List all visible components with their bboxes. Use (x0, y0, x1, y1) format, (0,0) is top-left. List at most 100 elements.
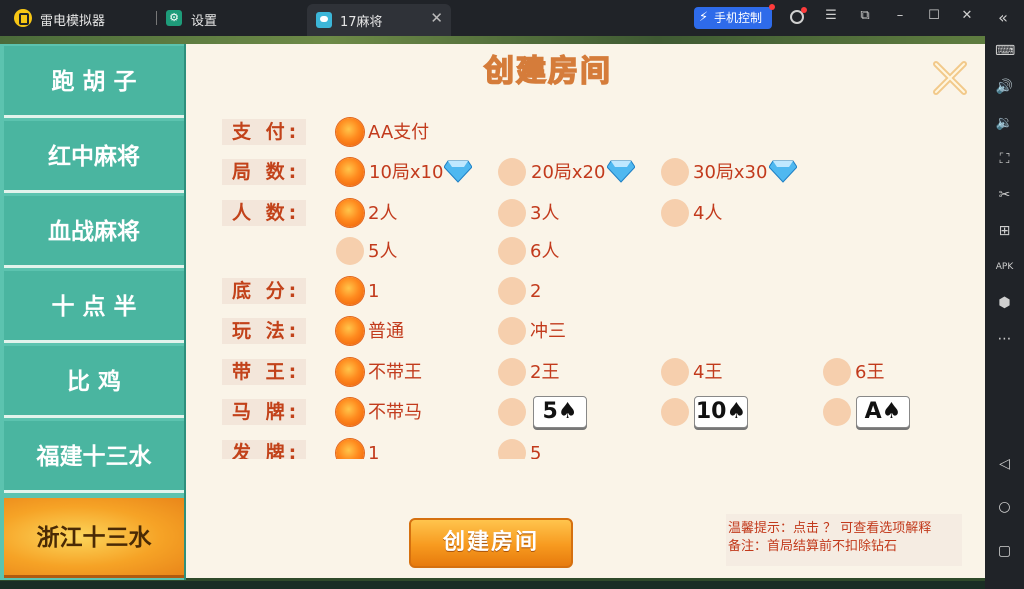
menu-item-fujian-13[interactable]: 福建十三水 (4, 421, 184, 493)
option-label: 不带马 (368, 402, 422, 423)
radio-deal-5[interactable] (498, 439, 526, 459)
tab-divider (156, 11, 157, 25)
radio-players-5[interactable] (336, 237, 364, 265)
jokers-label: 带 王: (222, 359, 306, 385)
option-label: 20局x20 (531, 162, 606, 183)
radio-mode-normal[interactable] (336, 317, 364, 345)
scissors-icon[interactable]: ✂ (995, 186, 1014, 205)
back-icon[interactable]: ◁ (995, 455, 1014, 474)
menu-item-biji[interactable]: 比 鸡 (4, 346, 184, 418)
emulator-toolbar: ⌨ 🔊 🔉 ⛶ ✂ ⊞ APK ⬢ ⋯ ◁ ○ ▢ (985, 36, 1024, 589)
radio-rounds-30[interactable] (661, 158, 689, 186)
radio-jokers-6[interactable] (823, 358, 851, 386)
players-label: 人 数: (222, 200, 306, 226)
note-text: 备注：首局结算前不扣除钻石 (728, 539, 898, 554)
radio-rounds-10[interactable] (336, 158, 364, 186)
option-label: 2人 (368, 203, 398, 224)
option-label: AA支付 (368, 122, 430, 143)
option-label: 1 (368, 443, 380, 459)
diamond-icon (444, 160, 472, 183)
gear-icon[interactable]: ⚙ (166, 10, 182, 26)
radio-mode-chongsan[interactable] (498, 317, 526, 345)
menu-icon[interactable]: ☰ (822, 8, 840, 23)
keyboard-icon[interactable]: ⌨ (995, 42, 1015, 61)
notification-dot (801, 7, 807, 13)
panel-title: 创建房间 (483, 53, 612, 90)
game-type-menu: 跑 胡 子 红中麻将 血战麻将 十 点 半 比 鸡 福建十三水 浙江十三水 (0, 44, 186, 580)
base-score-label: 底 分: (222, 278, 306, 304)
radio-horse-5[interactable] (498, 398, 526, 426)
minimize-icon[interactable]: – (891, 8, 909, 23)
menu-item-shidianban[interactable]: 十 点 半 (4, 271, 184, 343)
option-label: 2王 (530, 362, 560, 383)
close-tab-icon[interactable]: ✕ (430, 9, 443, 27)
option-label: 普通 (368, 321, 404, 342)
menu-item-zhejiang-13[interactable]: 浙江十三水 (4, 498, 184, 578)
close-icon[interactable] (930, 58, 970, 98)
radio-jokers-4[interactable] (661, 358, 689, 386)
radio-horse-10[interactable] (661, 398, 689, 426)
radio-aa-pay[interactable] (336, 118, 364, 146)
settings-hex-icon[interactable]: ⬢ (995, 294, 1014, 313)
radio-players-4[interactable] (661, 199, 689, 227)
option-label: 3人 (530, 203, 560, 224)
play-mode-label: 玩 法: (222, 318, 306, 344)
option-label: 4王 (693, 362, 723, 383)
fullscreen-icon[interactable]: ⛶ (995, 150, 1014, 169)
option-label: 5人 (368, 241, 398, 262)
radio-players-6[interactable] (498, 237, 526, 265)
radio-score-1[interactable] (336, 277, 364, 305)
option-label: 冲三 (530, 321, 566, 342)
volume-up-icon[interactable]: 🔊 (995, 78, 1014, 97)
option-label: 6王 (855, 362, 885, 383)
add-window-icon[interactable]: ⊞ (995, 222, 1014, 241)
game-app-icon (316, 12, 332, 28)
apk-install-icon[interactable]: APK (995, 258, 1014, 277)
radio-deal-1[interactable] (336, 439, 364, 459)
restore-icon[interactable]: ⧉ (856, 8, 874, 23)
radio-players-3[interactable] (498, 199, 526, 227)
maximize-icon[interactable]: ☐ (925, 8, 943, 23)
recent-apps-icon[interactable]: ▢ (995, 542, 1014, 561)
diamond-icon (769, 160, 797, 183)
option-label: 10局x10 (369, 162, 444, 183)
game-tab[interactable]: 17麻将 ✕ (307, 4, 451, 36)
radio-jokers-2[interactable] (498, 358, 526, 386)
app-name: 雷电模拟器 (40, 14, 106, 29)
radio-rounds-20[interactable] (498, 158, 526, 186)
more-icon[interactable]: ⋯ (995, 330, 1014, 349)
phone-control-button[interactable]: ⚡ 手机控制 (694, 4, 775, 29)
close-window-icon[interactable]: ✕ (958, 8, 976, 23)
option-label: 30局x30 (693, 162, 768, 183)
create-room-panel: 创建房间 支 付: AA支付 局 数: 10局x10 20局x20 30局x30… (186, 44, 985, 578)
radio-players-2[interactable] (336, 199, 364, 227)
menu-item-hongzhong[interactable]: 红中麻将 (4, 121, 184, 193)
option-label: 6人 (530, 241, 560, 262)
create-room-button[interactable]: 创建房间 (409, 518, 573, 568)
emulator-logo-icon (14, 9, 32, 27)
radio-jokers-none[interactable] (336, 358, 364, 386)
collapse-sidebar-icon[interactable]: « (994, 8, 1012, 27)
playing-card-10-spade: 10♠ (694, 396, 748, 428)
radio-horse-none[interactable] (336, 398, 364, 426)
game-tab-label: 17麻将 (340, 15, 383, 30)
tip-text: 温馨提示：点击 ？ 可查看选项解释 (728, 521, 932, 536)
option-label: 1 (368, 281, 380, 302)
playing-card-5-spade: 5♠ (533, 396, 587, 428)
room-options: 支 付: AA支付 局 数: 10局x10 20局x20 30局x30 人 数:… (222, 114, 982, 459)
tips-box: 温馨提示：点击 ？ 可查看选项解释 备注：首局结算前不扣除钻石 (726, 514, 962, 566)
rounds-label: 局 数: (222, 159, 306, 185)
volume-down-icon[interactable]: 🔉 (995, 114, 1014, 133)
home-icon[interactable]: ○ (995, 498, 1014, 517)
option-label: 5 (530, 443, 542, 459)
game-viewport: 跑 胡 子 红中麻将 血战麻将 十 点 半 比 鸡 福建十三水 浙江十三水 创建… (0, 36, 985, 589)
user-account-icon[interactable] (790, 7, 807, 24)
menu-item-xuezhan[interactable]: 血战麻将 (4, 196, 184, 268)
radio-horse-a[interactable] (823, 398, 851, 426)
menu-item-paohuzi[interactable]: 跑 胡 子 (4, 46, 184, 118)
horse-card-label: 马 牌: (222, 399, 306, 425)
diamond-icon (607, 160, 635, 183)
payment-label: 支 付: (222, 119, 306, 145)
settings-tab[interactable]: 设置 (191, 10, 217, 29)
radio-score-2[interactable] (498, 277, 526, 305)
